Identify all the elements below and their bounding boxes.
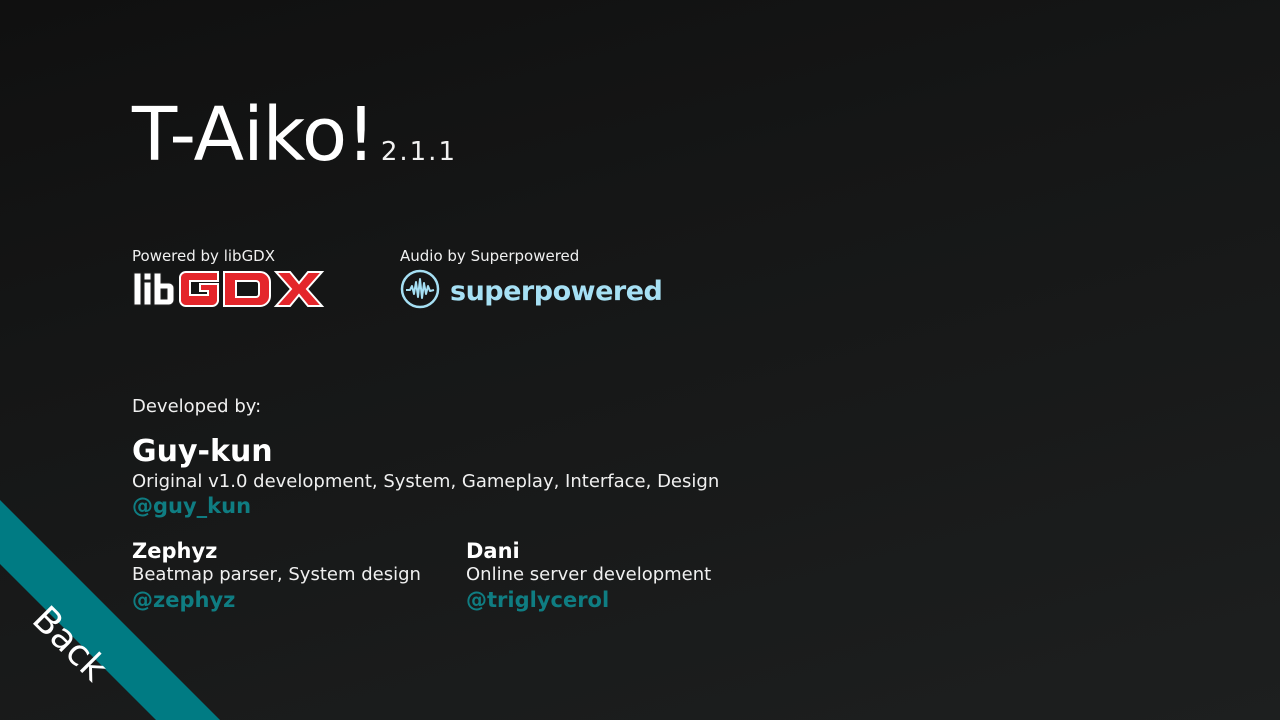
superpowered-logo-text: superpowered (450, 275, 663, 307)
title-name: T-Aiko! (132, 92, 376, 178)
developer-name: Guy-kun (132, 434, 273, 469)
developed-by-label: Developed by: (132, 396, 262, 417)
developer-role: Original v1.0 development, System, Gamep… (132, 471, 720, 492)
developer-name: Zephyz (132, 539, 218, 563)
game-title: T-Aiko! 2.1.1 (132, 92, 457, 178)
developer-dani: Dani Online server development @triglyce… (466, 539, 711, 614)
developer-role: Beatmap parser, System design (132, 564, 421, 585)
developer-handle: @triglycerol (466, 588, 610, 612)
developer-lead: Guy-kun Original v1.0 development, Syste… (132, 434, 719, 518)
superpowered-credit-label: Audio by Superpowered (400, 247, 580, 265)
waveform-circle-icon (400, 269, 440, 313)
superpowered-credit: Audio by Superpowered superpowered (400, 247, 663, 313)
developer-handle: @zephyz (132, 588, 236, 612)
developer-zephyz: Zephyz Beatmap parser, System design @ze… (132, 539, 421, 614)
developer-name: Dani (466, 539, 520, 563)
libgdx-logo (132, 269, 338, 313)
libgdx-credit: Powered by libGDX (132, 247, 338, 313)
title-version: 2.1.1 (380, 137, 457, 167)
developer-role: Online server development (466, 564, 712, 585)
superpowered-logo: superpowered (400, 269, 663, 313)
developer-handle: @guy_kun (132, 494, 252, 518)
libgdx-credit-label: Powered by libGDX (132, 247, 276, 265)
